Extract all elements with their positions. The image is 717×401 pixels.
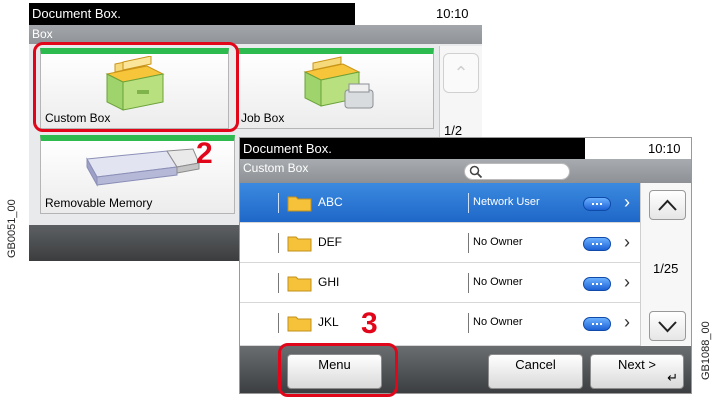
- box-name: GHI: [318, 275, 340, 289]
- chevron-up-icon: [658, 199, 677, 211]
- usb-drive-icon: [86, 148, 200, 187]
- job-box-tile[interactable]: Job Box: [236, 48, 434, 129]
- back-page-indicator: 1/2: [444, 123, 463, 138]
- chevron-right-icon: ›: [624, 272, 630, 292]
- screen-title: Document Box.: [29, 3, 355, 25]
- search-field[interactable]: [464, 163, 570, 180]
- page-indicator: 1/25: [653, 261, 679, 276]
- box-row[interactable]: JKL No Owner ›: [240, 303, 640, 346]
- scroll-down-button[interactable]: [649, 311, 686, 341]
- title-bar: Document Box. 10:10: [240, 138, 691, 159]
- details-button[interactable]: [583, 237, 611, 251]
- folder-icon: [287, 236, 312, 252]
- box-name: JKL: [318, 315, 339, 329]
- step-3-number: 3: [361, 307, 378, 340]
- clock: 10:10: [436, 6, 469, 21]
- chevron-right-icon: ›: [624, 312, 630, 332]
- box-owner: Network User: [473, 196, 540, 208]
- box-owner: No Owner: [473, 236, 523, 248]
- job-box-icon: [303, 56, 374, 109]
- removable-memory-label: Removable Memory: [45, 196, 153, 210]
- details-button[interactable]: [583, 277, 611, 291]
- figure-id-left: GB0051_00: [6, 199, 18, 258]
- screen-title: Document Box.: [243, 141, 332, 156]
- enter-icon: ↵: [667, 370, 678, 385]
- back-scroll-up-button[interactable]: ⌃: [443, 53, 479, 93]
- box-row[interactable]: DEF No Owner ›: [240, 223, 640, 263]
- chevron-right-icon: ›: [624, 192, 630, 212]
- folder-icon: [287, 316, 312, 332]
- job-box-label: Job Box: [241, 111, 285, 125]
- details-button[interactable]: [583, 197, 611, 211]
- box-name: DEF: [318, 235, 342, 249]
- chevron-right-icon: ›: [624, 232, 630, 252]
- search-icon: [469, 165, 483, 179]
- box-row[interactable]: ABC Network User ›: [240, 183, 640, 223]
- title-bar: Document Box. 10:10: [29, 3, 482, 25]
- box-row[interactable]: GHI No Owner ›: [240, 263, 640, 303]
- folder-icon: [287, 196, 312, 212]
- next-button[interactable]: Next > ↵: [590, 354, 684, 389]
- figure-id-right: GB1088_00: [700, 321, 712, 380]
- scroll-up-button[interactable]: [649, 190, 686, 220]
- details-button[interactable]: [583, 317, 611, 331]
- cancel-button[interactable]: Cancel: [488, 354, 583, 389]
- box-name: ABC: [318, 195, 343, 209]
- step-3-highlight: [278, 343, 398, 397]
- step-2-number: 2: [196, 137, 213, 170]
- next-button-label: Next >: [618, 357, 656, 372]
- chevron-down-icon: [658, 321, 677, 333]
- box-owner: No Owner: [473, 316, 523, 328]
- folder-icon: [287, 276, 312, 292]
- step-2-highlight: [33, 42, 239, 132]
- clock: 10:10: [648, 141, 681, 156]
- box-owner: No Owner: [473, 276, 523, 288]
